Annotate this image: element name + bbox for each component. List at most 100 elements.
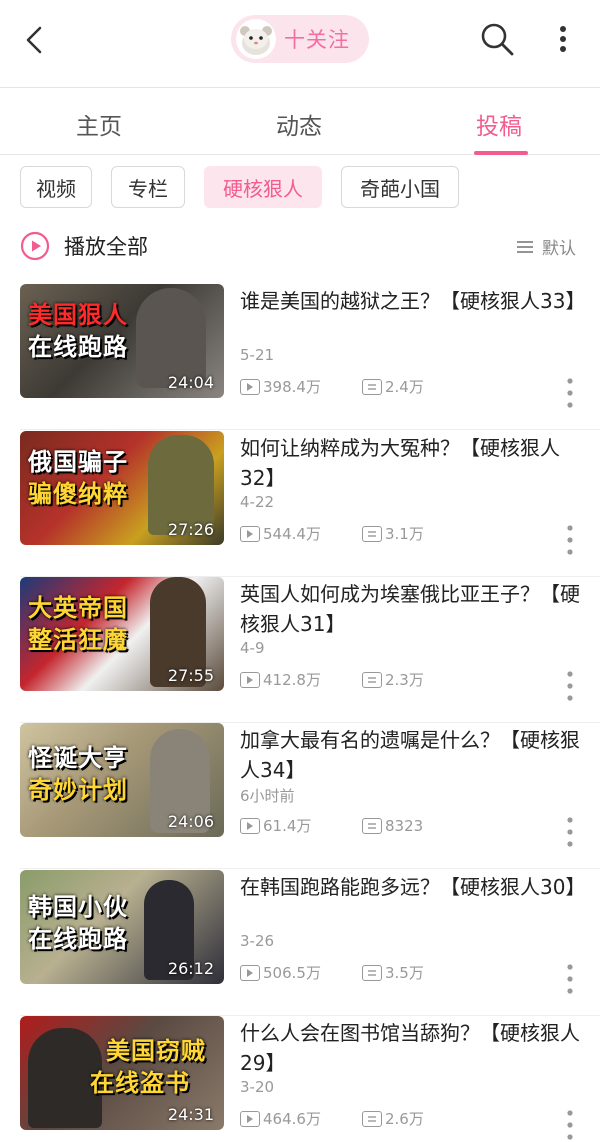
play-all-button[interactable]: 播放全部 — [20, 230, 148, 262]
video-stats: 61.4万 8323 — [240, 815, 423, 836]
play-all-label: 播放全部 — [64, 235, 148, 259]
sort-label: 默认 — [542, 239, 576, 259]
view-count: 61.4万 — [240, 815, 362, 836]
play-circle-icon — [20, 231, 50, 261]
comment-count-value: 3.5万 — [385, 964, 424, 982]
video-thumbnail[interactable]: 韩国小伙 在线跑路 26:12 — [20, 870, 224, 984]
video-title[interactable]: 谁是美国的越狱之王？【硬核狠人33】 — [240, 286, 585, 316]
search-icon[interactable] — [478, 20, 516, 58]
comment-count-value: 2.6万 — [385, 1110, 424, 1128]
more-vertical-icon[interactable] — [548, 20, 578, 58]
comment-count-icon — [362, 817, 382, 834]
view-count-value: 61.4万 — [263, 817, 312, 835]
view-count: 544.4万 — [240, 523, 362, 544]
view-count: 464.6万 — [240, 1108, 362, 1129]
play-count-icon — [240, 525, 260, 542]
view-count-value: 412.8万 — [263, 671, 321, 689]
video-title[interactable]: 加拿大最有名的遗嘱是什么？【硬核狠人34】 — [240, 725, 580, 785]
more-vertical-icon[interactable] — [564, 376, 576, 410]
video-date: 6小时前 — [240, 787, 295, 805]
video-duration: 24:06 — [167, 812, 214, 831]
play-count-icon — [240, 817, 260, 834]
video-thumbnail[interactable]: 怪诞大亨 奇妙计划 24:06 — [20, 723, 224, 837]
thumb-text-line2: 在线跑路 — [28, 333, 128, 361]
video-date: 3-20 — [240, 1078, 275, 1096]
video-title[interactable]: 如何让纳粹成为大冤种？【硬核狠人32】 — [240, 433, 580, 493]
video-item[interactable]: 美国狠人 在线跑路 24:04 谁是美国的越狱之王？【硬核狠人33】 5-21 … — [0, 284, 600, 430]
video-duration: 27:26 — [167, 520, 214, 539]
video-thumbnail[interactable]: 美国窃贼 在线盗书 24:31 — [20, 1016, 224, 1130]
video-thumbnail[interactable]: 大英帝国 整活狂魔 27:55 — [20, 577, 224, 691]
more-vertical-icon[interactable] — [564, 962, 576, 996]
chip-hardcore[interactable]: 硬核狠人 — [204, 166, 322, 208]
chip-weird-countries[interactable]: 奇葩小国 — [341, 166, 459, 208]
more-vertical-icon[interactable] — [564, 669, 576, 703]
comment-count-value: 2.4万 — [385, 378, 424, 396]
play-count-icon — [240, 671, 260, 688]
video-stats: 412.8万 2.3万 — [240, 669, 424, 690]
video-stats: 464.6万 2.6万 — [240, 1108, 424, 1129]
thumb-text-line1: 怪诞大亨 — [28, 744, 128, 772]
divider — [20, 868, 600, 869]
video-date: 4-22 — [240, 493, 275, 511]
view-count: 506.5万 — [240, 962, 362, 983]
thumb-text-line1: 俄国骗子 — [28, 448, 128, 476]
follow-button[interactable]: 十关注 — [231, 15, 369, 63]
thumb-text-line2: 在线跑路 — [28, 925, 128, 953]
comment-count-icon — [362, 671, 382, 688]
thumb-text-line2: 骗傻纳粹 — [28, 480, 128, 508]
video-item[interactable]: 美国窃贼 在线盗书 24:31 什么人会在图书馆当舔狗？【硬核狠人29】 3-2… — [0, 1016, 600, 1142]
more-vertical-icon[interactable] — [564, 815, 576, 849]
video-thumbnail[interactable]: 美国狠人 在线跑路 24:04 — [20, 284, 224, 398]
comment-count-value: 3.1万 — [385, 525, 424, 543]
view-count-value: 464.6万 — [263, 1110, 321, 1128]
thumb-text-line2: 在线盗书 — [90, 1069, 190, 1097]
video-thumbnail[interactable]: 俄国骗子 骗傻纳粹 27:26 — [20, 431, 224, 545]
follow-label: 十关注 — [284, 28, 350, 52]
chip-video[interactable]: 视频 — [20, 166, 92, 208]
divider — [20, 429, 600, 430]
comment-count: 2.4万 — [362, 376, 424, 397]
video-duration: 24:04 — [167, 373, 214, 392]
sort-button[interactable]: 默认 — [516, 234, 576, 259]
chip-column[interactable]: 专栏 — [111, 166, 185, 208]
video-item[interactable]: 怪诞大亨 奇妙计划 24:06 加拿大最有名的遗嘱是什么？【硬核狠人34】 6小… — [0, 723, 600, 869]
video-stats: 506.5万 3.5万 — [240, 962, 424, 983]
comment-count: 3.1万 — [362, 523, 424, 544]
video-duration: 27:55 — [167, 666, 214, 685]
more-vertical-icon[interactable] — [564, 1108, 576, 1142]
view-count: 398.4万 — [240, 376, 362, 397]
back-arrow-icon[interactable] — [18, 22, 54, 58]
thumb-text-line1: 美国窃贼 — [106, 1037, 206, 1065]
video-item[interactable]: 韩国小伙 在线跑路 26:12 在韩国跑路能跑多远？【硬核狠人30】 3-26 … — [0, 870, 600, 1016]
view-count: 412.8万 — [240, 669, 362, 690]
play-count-icon — [240, 378, 260, 395]
video-item[interactable]: 大英帝国 整活狂魔 27:55 英国人如何成为埃塞俄比亚王子？【硬核狠人31】 … — [0, 577, 600, 723]
thumb-text-line1: 大英帝国 — [28, 594, 128, 622]
comment-count-icon — [362, 378, 382, 395]
thumb-text-line2: 整活狂魔 — [28, 626, 128, 654]
view-count-value: 506.5万 — [263, 964, 321, 982]
more-vertical-icon[interactable] — [564, 523, 576, 557]
tab-home[interactable]: 主页 — [76, 107, 122, 141]
tab-uploads[interactable]: 投稿 — [476, 107, 522, 141]
comment-count-value: 2.3万 — [385, 671, 424, 689]
video-title[interactable]: 英国人如何成为埃塞俄比亚王子？【硬核狠人31】 — [240, 579, 580, 639]
video-date: 3-26 — [240, 932, 275, 950]
view-count-value: 544.4万 — [263, 525, 321, 543]
play-count-icon — [240, 1110, 260, 1127]
avatar[interactable] — [236, 19, 276, 59]
video-date: 4-9 — [240, 639, 265, 657]
video-title[interactable]: 什么人会在图书馆当舔狗？【硬核狠人29】 — [240, 1018, 580, 1078]
list-sort-icon — [517, 240, 533, 253]
comment-count-icon — [362, 964, 382, 981]
thumb-text-line1: 韩国小伙 — [28, 893, 128, 921]
video-item[interactable]: 俄国骗子 骗傻纳粹 27:26 如何让纳粹成为大冤种？【硬核狠人32】 4-22… — [0, 431, 600, 577]
tab-bar: 主页 动态 投稿 — [0, 89, 600, 155]
hamster-avatar-icon — [240, 26, 272, 55]
tab-active-indicator — [474, 151, 528, 155]
comment-count: 2.3万 — [362, 669, 424, 690]
tab-dynamic[interactable]: 动态 — [276, 107, 322, 141]
video-title[interactable]: 在韩国跑路能跑多远？【硬核狠人30】 — [240, 872, 585, 902]
top-bar: 十关注 — [0, 0, 600, 88]
